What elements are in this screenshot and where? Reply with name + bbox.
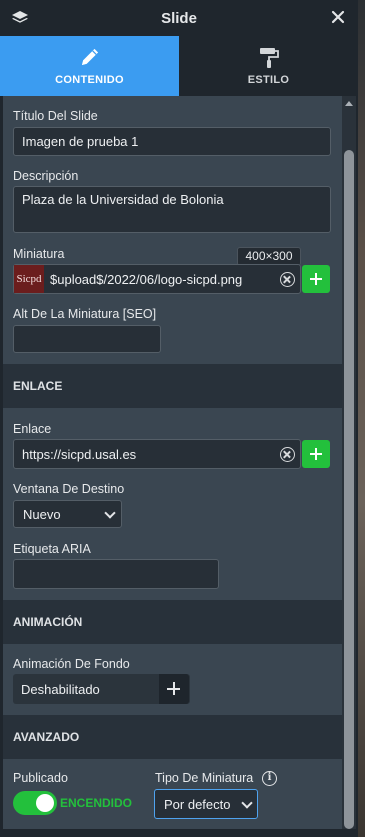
add-thumbnail-button[interactable]: [302, 265, 330, 293]
link-target-select[interactable]: Nuevo: [13, 500, 122, 528]
add-background-animation-button[interactable]: [159, 674, 189, 704]
published-label: Publicado: [13, 771, 68, 785]
thumbnail-alt-label: Alt De La Miniatura [SEO]: [13, 307, 157, 321]
aria-label-input[interactable]: [13, 559, 219, 589]
plus-icon-v: [173, 682, 175, 695]
thumbnail-type-value: Por defecto: [164, 796, 231, 812]
thumbnail-type-label: Tipo De Miniatura: [155, 771, 254, 785]
link-url-input[interactable]: https://sicpd.usal.es: [13, 439, 301, 469]
clear-thumbnail-icon[interactable]: [280, 272, 295, 287]
tab-bar: CONTENIDO ESTILO: [0, 36, 358, 96]
tab-contenido[interactable]: CONTENIDO: [0, 36, 179, 96]
tab-contenido-label: CONTENIDO: [55, 74, 124, 86]
add-link-button[interactable]: [302, 440, 330, 468]
link-url-label: Enlace: [13, 422, 52, 436]
panel-header: Slide: [0, 0, 358, 36]
section-animacion[interactable]: ANIMACIÓN: [3, 600, 342, 644]
background-animation-label: Animación De Fondo: [13, 657, 130, 671]
clear-link-icon[interactable]: [280, 447, 295, 462]
info-icon[interactable]: i: [262, 771, 277, 786]
close-icon[interactable]: [330, 9, 346, 25]
thumbnail-alt-input[interactable]: [13, 325, 161, 353]
panel-title: Slide: [161, 10, 197, 27]
description-label: Descripción: [13, 169, 79, 183]
settings-content: Título Del Slide Imagen de prueba 1 Desc…: [3, 96, 342, 829]
section-avanzado[interactable]: AVANZADO: [3, 715, 342, 759]
chevron-down-icon: [104, 507, 116, 519]
paint-roller-icon: [259, 48, 279, 68]
section-enlace[interactable]: ENLACE: [3, 364, 342, 408]
slide-title-label: Título Del Slide: [13, 109, 98, 123]
published-toggle[interactable]: [13, 791, 57, 815]
content-scrollbar[interactable]: [342, 96, 356, 829]
aria-label-label: Etiqueta ARIA: [13, 542, 91, 556]
toggle-knob: [36, 794, 54, 812]
scrollbar-thumb[interactable]: [344, 150, 354, 829]
slide-title-input[interactable]: Imagen de prueba 1: [13, 127, 331, 156]
background-animation-value: Deshabilitado: [21, 681, 100, 697]
thumbnail-path-input[interactable]: $upload$/2022/06/logo-sicpd.png: [13, 264, 301, 294]
published-state-label: ENCENDIDO: [60, 796, 133, 810]
description-textarea[interactable]: Plaza de la Universidad de Bolonia: [13, 186, 331, 233]
chevron-down-icon: [241, 797, 253, 809]
tab-estilo-label: ESTILO: [247, 74, 290, 86]
link-target-value: Nuevo: [23, 506, 61, 522]
pencil-icon: [81, 48, 98, 65]
thumbnail-preview-image: Sicpd: [14, 265, 44, 293]
scroll-up-arrow-icon[interactable]: [345, 101, 353, 106]
link-target-label: Ventana De Destino: [13, 482, 125, 496]
thumbnail-label: Miniatura: [13, 247, 65, 261]
thumbnail-type-select[interactable]: Por defecto: [154, 789, 258, 819]
background-page-strip: [358, 0, 365, 837]
tab-estilo[interactable]: ESTILO: [179, 36, 358, 96]
